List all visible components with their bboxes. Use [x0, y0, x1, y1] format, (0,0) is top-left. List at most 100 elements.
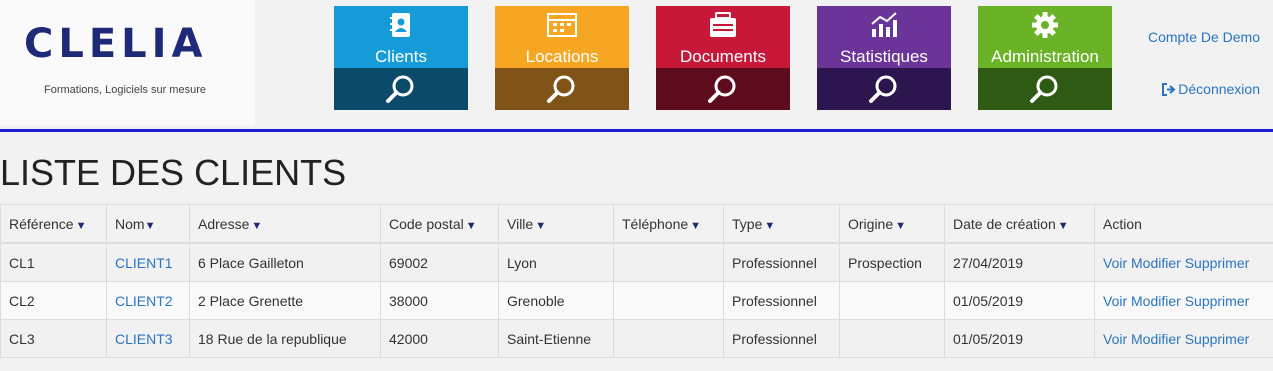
nav-tile-documents[interactable]: Documents — [656, 6, 790, 110]
edit-link[interactable]: Modifier — [1131, 293, 1181, 309]
search-icon — [869, 75, 897, 103]
search-icon — [386, 75, 414, 103]
cell-origine — [839, 319, 945, 358]
cell-telephone — [613, 242, 724, 282]
cell-actions: Voir Modifier Supprimer — [1094, 281, 1273, 320]
tile-top[interactable]: Statistiques — [817, 6, 951, 68]
table-row: CL1 CLIENT1 6 Place Gailleton 69002 Lyon… — [0, 242, 1273, 282]
app-header: CLELIA Formations, Logiciels sur mesure … — [0, 0, 1273, 130]
chart-icon — [871, 12, 897, 37]
cell-reference: CL1 — [0, 242, 107, 282]
view-link[interactable]: Voir — [1103, 331, 1127, 347]
cell-date-creation: 01/05/2019 — [944, 319, 1095, 358]
column-header-ville[interactable]: Ville ▼ — [498, 204, 614, 244]
cell-nom: CLIENT2 — [106, 281, 190, 320]
delete-link[interactable]: Supprimer — [1185, 293, 1250, 309]
view-link[interactable]: Voir — [1103, 255, 1127, 271]
tile-search-button[interactable] — [334, 68, 468, 110]
nav-tile-locations[interactable]: Locations — [495, 6, 629, 110]
brand-tagline: Formations, Logiciels sur mesure — [43, 84, 206, 96]
tile-label: Documents — [680, 47, 766, 66]
cell-code-postal: 69002 — [380, 242, 499, 282]
sort-icon: ▼ — [251, 219, 263, 232]
sort-icon: ▼ — [535, 219, 547, 232]
delete-link[interactable]: Supprimer — [1185, 255, 1250, 271]
cell-adresse: 2 Place Grenette — [189, 281, 381, 320]
cell-nom: CLIENT1 — [106, 242, 190, 282]
cell-adresse: 18 Rue de la republique — [189, 319, 381, 358]
clients-table: Référence ▼ Nom▼ Adresse ▼ Code postal ▼ Vi… — [0, 204, 1273, 358]
cell-actions: Voir Modifier Supprimer — [1094, 319, 1273, 358]
search-icon — [547, 75, 575, 103]
column-header-telephone[interactable]: Téléphone ▼ — [613, 204, 724, 244]
sort-icon: ▼ — [1057, 219, 1069, 232]
tile-top[interactable]: Documents — [656, 6, 790, 68]
tile-search-button[interactable] — [656, 68, 790, 110]
nav-tile-clients[interactable]: Clients — [334, 6, 468, 110]
table-row: CL3 CLIENT3 18 Rue de la republique 4200… — [0, 319, 1273, 358]
column-header-nom[interactable]: Nom▼ — [106, 204, 190, 244]
brand-name: CLELIA — [24, 21, 208, 67]
edit-link[interactable]: Modifier — [1131, 255, 1181, 271]
cell-reference: CL2 — [0, 281, 107, 320]
column-header-reference[interactable]: Référence ▼ — [0, 204, 107, 244]
sort-icon: ▼ — [465, 219, 477, 232]
cell-ville: Lyon — [498, 242, 614, 282]
sort-icon: ▼ — [895, 219, 907, 232]
folder-icon — [710, 12, 736, 37]
cell-adresse: 6 Place Gailleton — [189, 242, 381, 282]
cell-origine — [839, 281, 945, 320]
column-header-adresse[interactable]: Adresse ▼ — [189, 204, 381, 244]
edit-link[interactable]: Modifier — [1131, 331, 1181, 347]
tile-top[interactable]: Locations — [495, 6, 629, 68]
delete-link[interactable]: Supprimer — [1185, 331, 1250, 347]
brand-logo[interactable]: CLELIA Formations, Logiciels sur mesure — [0, 0, 255, 125]
tile-top[interactable]: Clients — [334, 6, 468, 68]
cell-actions: Voir Modifier Supprimer — [1094, 242, 1273, 282]
cell-origine: Prospection — [839, 242, 945, 282]
logout-label: Déconnexion — [1178, 81, 1260, 97]
logout-link[interactable]: Déconnexion — [1161, 81, 1260, 97]
cell-telephone — [613, 281, 724, 320]
cell-date-creation: 01/05/2019 — [944, 281, 1095, 320]
nav-tile-administration[interactable]: Administration — [978, 6, 1112, 110]
cell-ville: Saint-Etienne — [498, 319, 614, 358]
cell-type: Professionnel — [723, 281, 840, 320]
cell-ville: Grenoble — [498, 281, 614, 320]
column-header-date-creation[interactable]: Date de création ▼ — [944, 204, 1095, 244]
cell-type: Professionnel — [723, 319, 840, 358]
client-name-link[interactable]: CLIENT2 — [115, 293, 173, 309]
tile-label: Clients — [375, 47, 427, 66]
cell-code-postal: 38000 — [380, 281, 499, 320]
cell-reference: CL3 — [0, 319, 107, 358]
cell-type: Professionnel — [723, 242, 840, 282]
column-header-code-postal[interactable]: Code postal ▼ — [380, 204, 499, 244]
sort-icon: ▼ — [144, 219, 156, 232]
table-row: CL2 CLIENT2 2 Place Grenette 38000 Greno… — [0, 281, 1273, 320]
account-link[interactable]: Compte De Demo — [1148, 29, 1260, 45]
header-divider — [0, 129, 1273, 132]
page-title: LISTE DES CLIENTS — [0, 152, 347, 193]
column-header-type[interactable]: Type ▼ — [723, 204, 840, 244]
tile-search-button[interactable] — [817, 68, 951, 110]
address-book-icon — [390, 13, 410, 37]
tile-label: Locations — [525, 47, 599, 66]
nav-tile-statistiques[interactable]: Statistiques — [817, 6, 951, 110]
sort-icon: ▼ — [75, 219, 87, 232]
sort-icon: ▼ — [690, 219, 702, 232]
search-icon — [708, 75, 736, 103]
tile-label: Administration — [991, 47, 1099, 66]
cell-nom: CLIENT3 — [106, 319, 190, 358]
cell-code-postal: 42000 — [380, 319, 499, 358]
search-icon — [1030, 75, 1058, 103]
tile-top[interactable]: Administration — [978, 6, 1112, 68]
column-header-origine[interactable]: Origine ▼ — [839, 204, 945, 244]
client-name-link[interactable]: CLIENT1 — [115, 255, 173, 271]
cell-telephone — [613, 319, 724, 358]
client-name-link[interactable]: CLIENT3 — [115, 331, 173, 347]
tile-search-button[interactable] — [495, 68, 629, 110]
gear-icon — [1032, 12, 1058, 38]
tile-search-button[interactable] — [978, 68, 1112, 110]
view-link[interactable]: Voir — [1103, 293, 1127, 309]
tile-label: Statistiques — [840, 47, 928, 66]
